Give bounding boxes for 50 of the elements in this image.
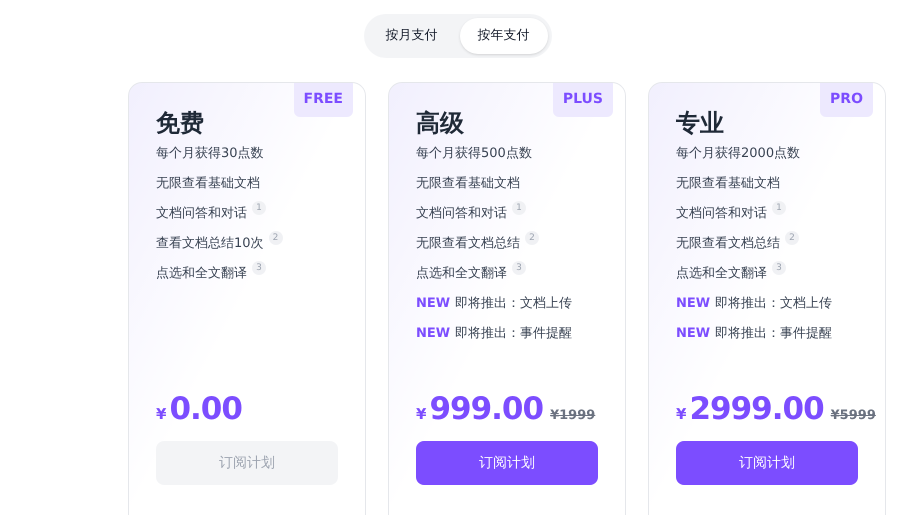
new-tag: NEW bbox=[416, 293, 450, 315]
footnote-badge: 1 bbox=[772, 201, 786, 215]
footnote-badge: 3 bbox=[772, 261, 786, 275]
original-price: ¥1999 bbox=[550, 407, 596, 425]
billing-tab[interactable]: 按月支付 bbox=[368, 18, 456, 54]
feature-text: 即将推出：文档上传 bbox=[455, 295, 572, 313]
new-tag: NEW bbox=[676, 323, 710, 345]
footnote-badge: 1 bbox=[512, 201, 526, 215]
feature-text: 无限查看基础文档 bbox=[156, 175, 260, 193]
price: 0.00 bbox=[169, 390, 242, 429]
feature-text: 文档问答和对话 bbox=[676, 205, 767, 223]
new-tag: NEW bbox=[416, 323, 450, 345]
subscribe-button[interactable]: 订阅计划 bbox=[416, 441, 598, 485]
footnote-badge: 3 bbox=[252, 261, 266, 275]
plan-badge: FREE bbox=[294, 83, 353, 117]
feature-text: 无限查看基础文档 bbox=[676, 175, 780, 193]
feature-text: 每个月获得2000点数 bbox=[676, 145, 800, 163]
feature-text: 查看文档总结10次 bbox=[156, 235, 264, 253]
feature-text: 每个月获得500点数 bbox=[416, 145, 532, 163]
feature-text: 每个月获得30点数 bbox=[156, 145, 264, 163]
price: 2999.00 bbox=[689, 390, 824, 429]
footnote-badge: 3 bbox=[512, 261, 526, 275]
feature-text: 无限查看文档总结 bbox=[416, 235, 520, 253]
feature-text: 无限查看基础文档 bbox=[416, 175, 520, 193]
plan-title: 专业 bbox=[676, 108, 724, 139]
footnote-badge: 1 bbox=[252, 201, 266, 215]
feature-text: 点选和全文翻译 bbox=[416, 265, 507, 283]
currency-symbol: ¥ bbox=[156, 404, 166, 425]
feature-text: 即将推出：文档上传 bbox=[715, 295, 832, 313]
footnote-badge: 2 bbox=[268, 231, 283, 245]
plan-title: 高级 bbox=[416, 108, 464, 139]
new-tag: NEW bbox=[676, 293, 710, 315]
currency-symbol: ¥ bbox=[676, 404, 686, 425]
feature-text: 即将推出：事件提醒 bbox=[455, 325, 572, 343]
feature-text: 文档问答和对话 bbox=[156, 205, 247, 223]
feature-text: 点选和全文翻译 bbox=[156, 265, 247, 283]
plan-badge: PRO bbox=[820, 83, 873, 117]
feature-text: 即将推出：事件提醒 bbox=[715, 325, 832, 343]
currency-symbol: ¥ bbox=[416, 404, 426, 425]
feature-text: 无限查看文档总结 bbox=[676, 235, 780, 253]
footnote-badge: 2 bbox=[525, 231, 539, 245]
footnote-badge: 2 bbox=[785, 231, 799, 245]
plan-badge: PLUS bbox=[552, 83, 613, 117]
feature-text: 文档问答和对话 bbox=[416, 205, 507, 223]
plan-title: 免费 bbox=[156, 108, 204, 139]
billing-tab[interactable]: 按年支付 bbox=[460, 18, 548, 54]
price: 999.00 bbox=[429, 390, 544, 429]
original-price: ¥5999 bbox=[830, 407, 876, 425]
subscribe-button[interactable]: 订阅计划 bbox=[676, 441, 858, 485]
feature-text: 点选和全文翻译 bbox=[676, 265, 767, 283]
